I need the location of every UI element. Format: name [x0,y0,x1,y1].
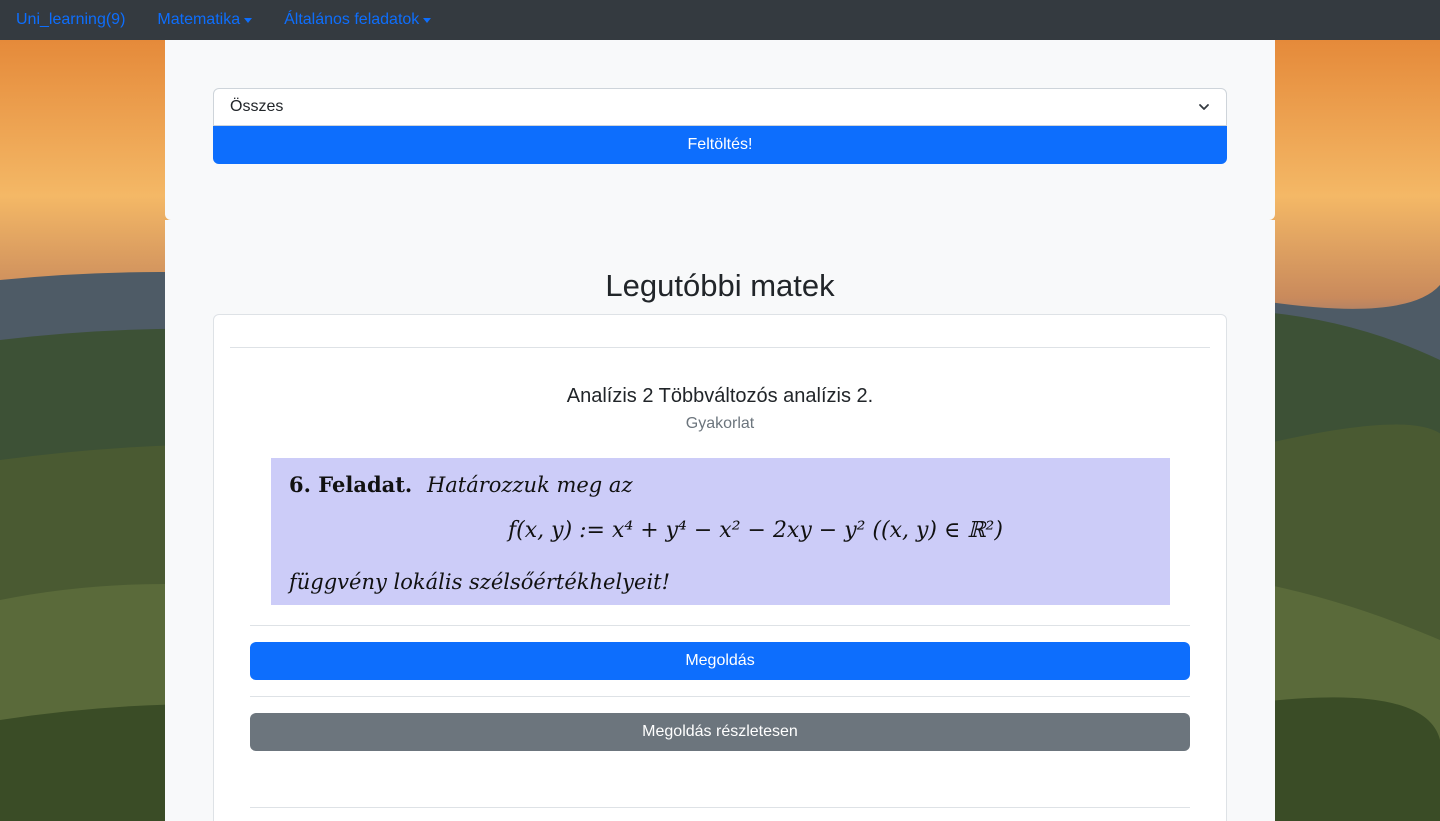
task-title: Analízis 2 Többváltozós analízis 2. [566,385,874,407]
task-intro: Határozzuk meg az [426,473,633,497]
caret-down-icon [423,18,432,23]
task-number: 6. Feladat. [289,472,413,497]
task-outro: függvény lokális szélsőértékhelyeit! [289,570,671,594]
chevron-down-icon [1199,104,1209,110]
card-divider [250,807,1190,808]
card-divider [250,625,1190,626]
solution-button[interactable]: Megoldás [250,642,1190,680]
section-title: Legutóbbi matek [605,268,835,303]
task-image: 6. Feladat. Határozzuk meg az f(x, y) :=… [271,458,1170,605]
card-divider [230,347,1210,348]
upload-button[interactable]: Feltöltés! [213,126,1227,164]
card-divider [250,696,1190,697]
nav-dropdown-label: Általános feladatok [284,11,420,28]
task-subtitle: Gyakorlat [685,415,755,432]
detailed-solution-button[interactable]: Megoldás részletesen [250,713,1190,751]
task-formula: f(x, y) := x⁴ + y⁴ − x² − 2xy − y² ((x, … [508,518,1003,543]
category-select-value: Összes [230,98,284,115]
nav-dropdown-altalanos[interactable]: Általános feladatok [284,11,432,29]
brand-link[interactable]: Uni_learning(9) [16,11,125,29]
recent-math-panel: Legutóbbi matek Analízis 2 Többváltozós … [165,220,1275,821]
task-heading: 6. Feladat. Határozzuk meg az [289,472,633,497]
task-card: Analízis 2 Többváltozós analízis 2. Gyak… [213,314,1227,821]
upload-panel: Összes Feltöltés! [165,40,1275,220]
top-navbar: Uni_learning(9) Matematika Általános fel… [0,0,1440,40]
caret-down-icon [244,18,253,23]
nav-dropdown-matematika[interactable]: Matematika [157,11,253,29]
nav-dropdown-label: Matematika [157,11,241,28]
category-select[interactable]: Összes [213,88,1227,126]
